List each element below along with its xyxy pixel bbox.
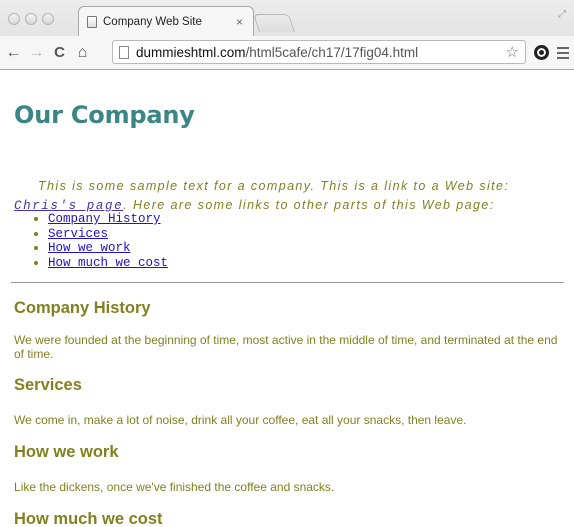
heading-company-history: Company History [14, 299, 151, 317]
extension-icon[interactable] [534, 45, 549, 60]
toc-item: How much we cost [34, 256, 168, 271]
horizontal-rule [11, 282, 564, 283]
home-button[interactable]: ⌂ [73, 44, 92, 62]
toc-link-how-we-work[interactable]: How we work [48, 241, 131, 256]
bullet-icon [34, 246, 38, 251]
toc-item: Services [34, 227, 168, 242]
intro-line-1: This is some sample text for a company. … [38, 179, 510, 193]
bookmark-star-icon[interactable]: ☆ [506, 43, 519, 61]
chris-page-link[interactable]: Chris's page [14, 199, 123, 213]
zoom-window-button[interactable] [42, 13, 54, 25]
bullet-icon [34, 260, 38, 265]
tab-title: Company Web Site [103, 15, 202, 28]
address-bar[interactable]: dummieshtml.com/html5cafe/ch17/17fig04.h… [112, 40, 526, 64]
page-favicon-icon [87, 15, 97, 28]
fullscreen-icon[interactable]: ⤢ [558, 9, 566, 20]
text-company-history: We were founded at the beginning of time… [14, 333, 558, 361]
close-window-button[interactable] [8, 13, 20, 25]
toc-link-services[interactable]: Services [48, 227, 108, 242]
browser-tab[interactable]: Company Web Site × [78, 6, 254, 36]
url-host: dummieshtml.com [136, 44, 246, 60]
bullet-icon [34, 217, 38, 222]
intro-line-2: . Here are some links to other parts of … [123, 198, 495, 212]
browser-toolbar: ← → C ⌂ dummieshtml.com/html5cafe/ch17/1… [0, 36, 574, 69]
toc-link-company-history[interactable]: Company History [48, 212, 161, 227]
bullet-icon [34, 231, 38, 236]
text-how-we-work: Like the dickens, once we've finished th… [14, 480, 335, 494]
url-path: /html5cafe/ch17/17fig04.html [245, 44, 419, 60]
toc-link-how-much-we-cost[interactable]: How much we cost [48, 256, 168, 271]
back-button[interactable]: ← [4, 44, 23, 62]
window-controls [8, 13, 54, 25]
page-title: Our Company [14, 101, 195, 129]
browser-chrome: Company Web Site × ⤢ ← → C ⌂ dummieshtml… [0, 0, 574, 70]
toc-item: How we work [34, 241, 168, 256]
heading-services: Services [14, 376, 82, 394]
page-content: Our Company This is some sample text for… [0, 71, 574, 527]
heading-how-we-work: How we work [14, 443, 119, 461]
menu-icon[interactable] [557, 47, 569, 62]
page-icon [119, 45, 129, 59]
forward-button[interactable]: → [27, 44, 46, 62]
heading-how-much-we-cost: How much we cost [14, 510, 163, 527]
toc-item: Company History [34, 212, 168, 227]
table-of-contents: Company History Services How we work How… [34, 212, 168, 271]
text-services: We come in, make a lot of noise, drink a… [14, 413, 467, 427]
reload-button[interactable]: C [50, 44, 69, 61]
minimize-window-button[interactable] [25, 13, 37, 25]
intro-text: This is some sample text for a company. … [14, 177, 564, 216]
new-tab-button[interactable] [253, 14, 295, 32]
tab-close-icon[interactable]: × [236, 15, 243, 29]
